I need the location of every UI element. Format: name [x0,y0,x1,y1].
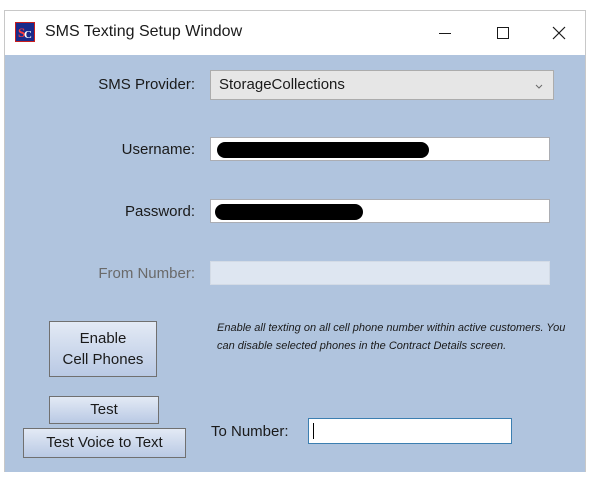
sms-provider-label: SMS Provider: [98,76,195,93]
chevron-down-icon [534,78,544,95]
from-number-label: From Number: [98,265,195,282]
test-button[interactable]: Test [49,396,159,424]
from-number-field [210,261,550,285]
window-title: SMS Texting Setup Window [45,23,243,40]
to-number-input[interactable] [308,418,512,444]
enable-cell-phones-line2: Cell Phones [62,351,144,368]
text-caret [313,423,314,439]
app-icon: S C [15,22,35,42]
minimize-button[interactable] [417,11,473,55]
close-icon [552,26,566,40]
username-field[interactable] [210,137,550,161]
sms-provider-select[interactable]: StorageCollections [210,70,554,100]
close-button[interactable] [531,11,587,55]
title-bar[interactable]: S C SMS Texting Setup Window [5,11,585,55]
maximize-button[interactable] [475,11,531,55]
redaction-mark [215,204,363,220]
enable-cell-phones-button[interactable]: Enable Cell Phones [49,321,157,377]
password-label: Password: [124,203,195,220]
redaction-mark [217,142,429,158]
svg-text:C: C [24,29,32,41]
minimize-icon [439,33,451,34]
username-label: Username: [121,141,195,158]
test-voice-to-text-button[interactable]: Test Voice to Text [23,428,186,458]
to-number-label: To Number: [211,423,289,440]
password-field[interactable] [210,199,550,223]
sms-setup-window: S C SMS Texting Setup Window SMS Provide… [4,10,586,472]
window-client-area: SMS Provider: StorageCollections Usernam… [5,55,585,472]
sms-provider-value: StorageCollections [219,76,345,93]
enable-cell-phones-line1: Enable [79,330,127,347]
enable-texting-note: Enable all texting on all cell phone num… [217,322,566,352]
maximize-icon [497,27,509,39]
